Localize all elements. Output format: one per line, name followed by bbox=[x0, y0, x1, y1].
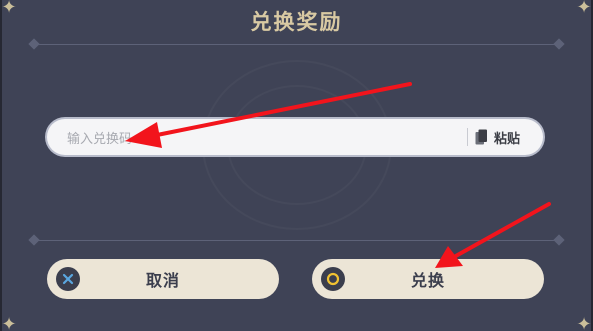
paste-icon bbox=[475, 129, 488, 145]
corner-ornament-icon: ✦ bbox=[576, 314, 592, 331]
top-divider bbox=[28, 38, 565, 50]
paste-button[interactable]: 粘贴 bbox=[475, 125, 520, 149]
corner-ornament-icon: ✦ bbox=[1, 314, 17, 331]
cross-icon bbox=[56, 267, 80, 291]
dialog-title: 兑换奖励 bbox=[250, 11, 343, 34]
redeem-label: 兑换 bbox=[410, 273, 445, 290]
redeem-dialog: ✦ ✦ ✦ ✦ 兑换奖励 粘贴 bbox=[0, 0, 593, 331]
redeem-code-input[interactable] bbox=[65, 119, 449, 157]
code-input-container: 粘贴 bbox=[45, 117, 545, 157]
cancel-button[interactable]: 取消 bbox=[47, 259, 279, 299]
circle-icon bbox=[321, 267, 345, 291]
input-separator bbox=[467, 128, 468, 146]
paste-label: 粘贴 bbox=[494, 130, 521, 146]
bottom-divider bbox=[28, 234, 565, 246]
redeem-button[interactable]: 兑换 bbox=[312, 259, 544, 299]
cancel-label: 取消 bbox=[145, 273, 180, 290]
